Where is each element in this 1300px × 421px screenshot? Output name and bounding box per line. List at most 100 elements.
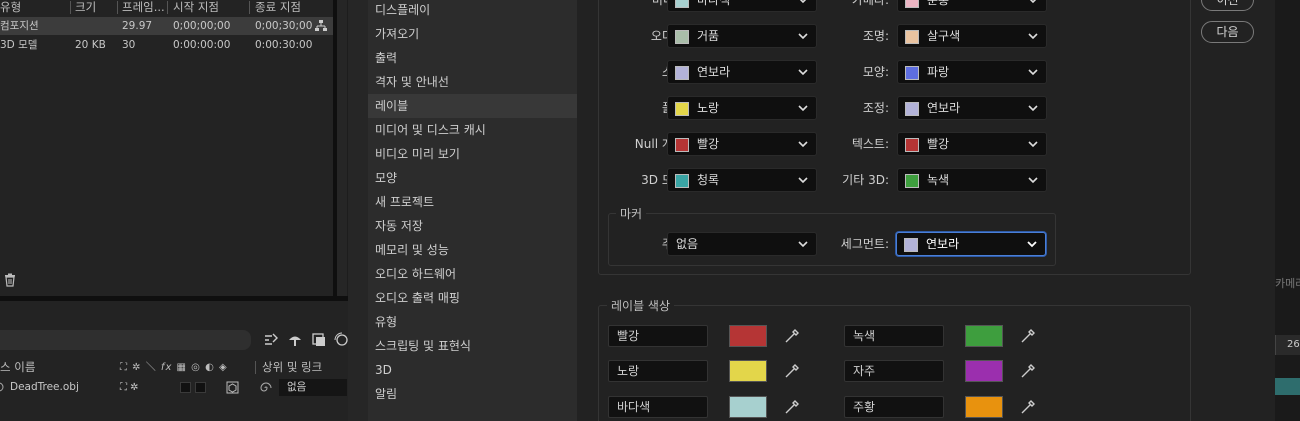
label-color-name-field[interactable]: 자주 — [844, 360, 944, 382]
category-audio-output[interactable]: 오디오 출력 매핑 — [368, 286, 577, 310]
label-color-swatch[interactable] — [729, 360, 767, 382]
dropdown-value: 살구색 — [927, 29, 961, 43]
shy-switch-icon[interactable]: ⛶ ✲ — [120, 378, 139, 397]
category-audio-hardware[interactable]: 오디오 하드웨어 — [368, 262, 577, 286]
dropdown-value: 연보라 — [927, 101, 961, 115]
pick-whip-icon[interactable] — [260, 382, 272, 394]
3d-layer-icon[interactable] — [226, 381, 239, 394]
category-display[interactable]: 디스플레이 — [368, 0, 577, 22]
category-appearance[interactable]: 모양 — [368, 166, 577, 190]
layer-duration-bar[interactable] — [1275, 378, 1300, 395]
switch-box[interactable] — [195, 382, 206, 393]
eyedropper-icon[interactable] — [784, 328, 800, 344]
eyedropper-icon[interactable] — [1020, 363, 1036, 379]
category-memory[interactable]: 메모리 및 성능 — [368, 238, 577, 262]
label-color-name-field[interactable]: 녹색 — [844, 325, 944, 347]
label-colors-title: 레이블 색상 — [607, 297, 675, 314]
audio-label-dropdown[interactable]: 거품 — [667, 24, 817, 48]
row-size: 20 KB — [75, 39, 106, 51]
category-list: 디스플레이 가져오기 출력 격자 및 안내선 레이블 미디어 및 디스크 캐시 … — [368, 0, 577, 421]
col-start[interactable]: 시작 지점 — [173, 0, 219, 15]
color-swatch — [675, 102, 689, 116]
null-label-dropdown[interactable]: 빨강 — [667, 132, 817, 156]
label-color-swatch[interactable] — [965, 325, 1003, 347]
adjustment-label-dropdown[interactable]: 연보라 — [897, 96, 1047, 120]
dropdown-value: 녹색 — [927, 173, 950, 187]
still-label-dropdown[interactable]: 연보라 — [667, 60, 817, 84]
color-swatch — [675, 66, 689, 80]
previous-button[interactable]: 이전 — [1201, 0, 1254, 11]
category-video-preview[interactable]: 비디오 미리 보기 — [368, 142, 577, 166]
marker-group-title: 마커 — [616, 205, 647, 222]
col-size[interactable]: 크기 — [75, 0, 96, 15]
eyedropper-icon[interactable] — [784, 363, 800, 379]
shape-label-dropdown[interactable]: 파랑 — [897, 60, 1047, 84]
eyedropper-icon[interactable] — [1020, 328, 1036, 344]
col-parent[interactable]: 상위 및 링크 — [262, 359, 322, 376]
light-label-dropdown[interactable]: 살구색 — [897, 24, 1047, 48]
label-color-name-field[interactable]: 바다색 — [608, 396, 708, 418]
category-notifications[interactable]: 알림 — [368, 382, 577, 406]
camera-label-dropdown[interactable]: 분홍 — [897, 0, 1047, 12]
chevron-down-icon — [1028, 69, 1038, 76]
category-media-cache[interactable]: 미디어 및 디스크 캐시 — [368, 118, 577, 142]
timeline-search-input[interactable] — [0, 330, 251, 350]
chevron-down-icon — [1028, 33, 1038, 40]
project-row-composition[interactable]: 컴포지션 29.97 0;00;00;00 0;00;30;00 — [0, 17, 333, 35]
label-color-name-field[interactable]: 노랑 — [608, 360, 708, 382]
dropdown-value: 청록 — [697, 173, 720, 187]
composition-flow-icon[interactable] — [263, 332, 279, 348]
category-import[interactable]: 가져오기 — [368, 22, 577, 46]
motion-blur-icon[interactable] — [333, 332, 349, 348]
dropdown-value: 빨강 — [697, 137, 720, 151]
shy-icon[interactable] — [287, 332, 303, 348]
timeline-panel: 스 이름 ⛶ ✲ ＼ fx ▦ ◎ ◐ ◈ 상위 및 링크 DeadTree.o… — [0, 301, 348, 421]
label-color-name-field[interactable]: 주황 — [844, 396, 944, 418]
text-label-dropdown[interactable]: 빨강 — [897, 132, 1047, 156]
color-swatch — [675, 174, 689, 188]
next-button[interactable]: 다음 — [1201, 21, 1254, 43]
video-label-dropdown[interactable]: 바다색 — [667, 0, 817, 12]
eyedropper-icon[interactable] — [784, 399, 800, 415]
label-color-swatch[interactable] — [729, 325, 767, 347]
label-color-swatch[interactable] — [729, 396, 767, 418]
project-panel: 유형 크기 프레임... 시작 지점 종료 지점 컴포지션 29.97 0;00… — [0, 0, 333, 296]
label-color-swatch[interactable] — [965, 360, 1003, 382]
marker-segment-dropdown[interactable]: 연보라 — [896, 232, 1046, 256]
color-swatch — [905, 0, 919, 8]
label-color-name-field[interactable]: 빨강 — [608, 325, 708, 347]
col-end[interactable]: 종료 지점 — [255, 0, 301, 15]
panel-scroll-track — [337, 0, 347, 296]
label-shape: 모양: — [862, 65, 889, 79]
category-type[interactable]: 유형 — [368, 310, 577, 334]
category-scripting[interactable]: 스크립팅 및 표현식 — [368, 334, 577, 358]
eyedropper-icon[interactable] — [1020, 399, 1036, 415]
folder-label-dropdown[interactable]: 노랑 — [667, 96, 817, 120]
col-framerate[interactable]: 프레임... — [122, 0, 165, 15]
frame-blending-icon[interactable] — [311, 332, 327, 348]
category-new-project[interactable]: 새 프로젝트 — [368, 190, 577, 214]
chevron-down-icon — [1027, 241, 1037, 248]
marker-comment-dropdown[interactable]: 없음 — [667, 232, 817, 256]
color-swatch — [905, 138, 919, 152]
layer-name[interactable]: DeadTree.obj — [10, 378, 79, 397]
parent-select[interactable]: 없음 — [279, 379, 347, 396]
color-swatch — [904, 238, 918, 252]
label-color-swatch[interactable] — [965, 396, 1003, 418]
timeline-layer-row[interactable]: DeadTree.obj ⛶ ✲ 없음 — [0, 378, 348, 397]
category-labels[interactable]: 레이블 — [368, 94, 577, 118]
other-3d-label-dropdown[interactable]: 녹색 — [897, 168, 1047, 192]
trash-icon[interactable] — [3, 273, 17, 287]
row-type: 3D 모델 — [0, 39, 38, 51]
switch-box[interactable] — [180, 382, 191, 393]
project-row-3d-model[interactable]: 3D 모델 20 KB 30 0:00:00:00 0:00:30:00 — [0, 36, 333, 54]
row-start: 0:00:00:00 — [173, 39, 231, 51]
category-grids-guides[interactable]: 격자 및 안내선 — [368, 70, 577, 94]
col-type[interactable]: 유형 — [0, 0, 21, 15]
3d-model-label-dropdown[interactable]: 청록 — [667, 168, 817, 192]
category-output[interactable]: 출력 — [368, 46, 577, 70]
category-3d[interactable]: 3D — [368, 358, 577, 382]
flowchart-icon[interactable] — [314, 19, 328, 33]
col-source-name[interactable]: 스 이름 — [0, 359, 35, 376]
category-auto-save[interactable]: 자동 저장 — [368, 214, 577, 238]
